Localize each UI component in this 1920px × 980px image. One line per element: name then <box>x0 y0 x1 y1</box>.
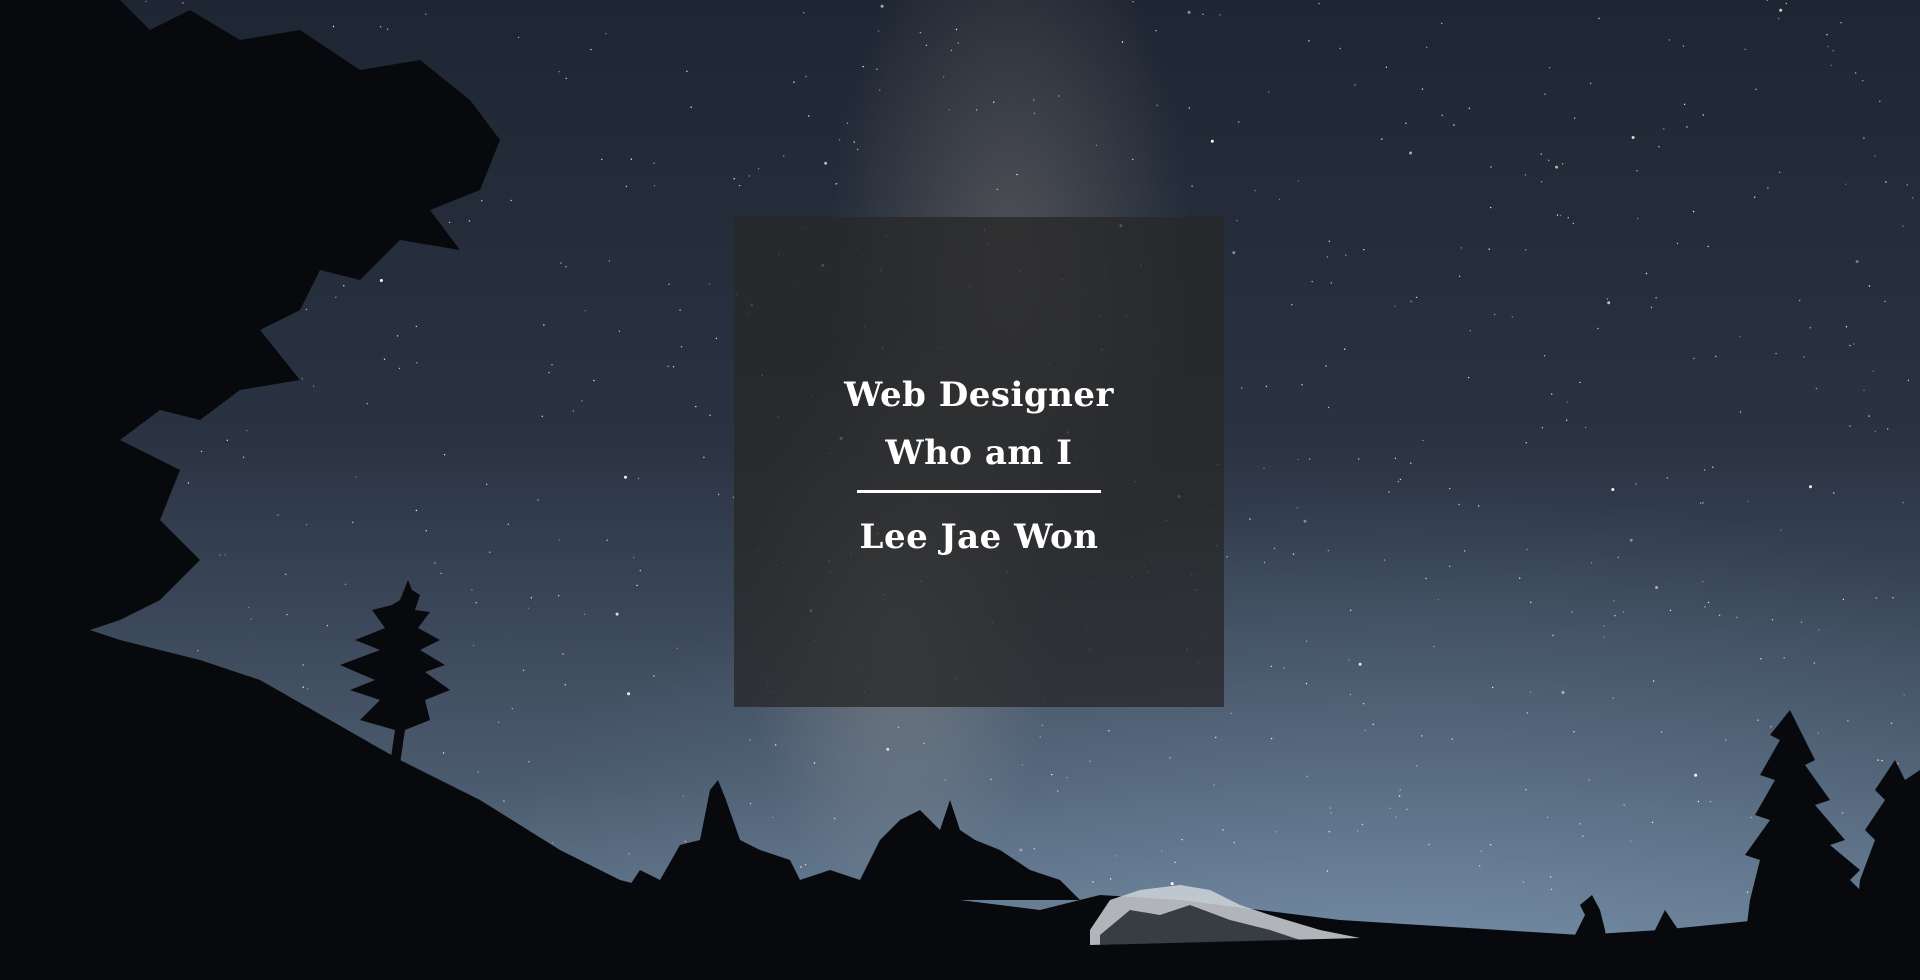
hero-section: Web Designer Who am I Lee Jae Won <box>0 0 1920 980</box>
author-name: Lee Jae Won <box>859 516 1099 557</box>
title-divider <box>857 489 1101 493</box>
title-line-1: Web Designer <box>844 374 1114 415</box>
title-line-2: Who am I <box>885 432 1073 473</box>
intro-card: Web Designer Who am I Lee Jae Won <box>734 217 1224 707</box>
